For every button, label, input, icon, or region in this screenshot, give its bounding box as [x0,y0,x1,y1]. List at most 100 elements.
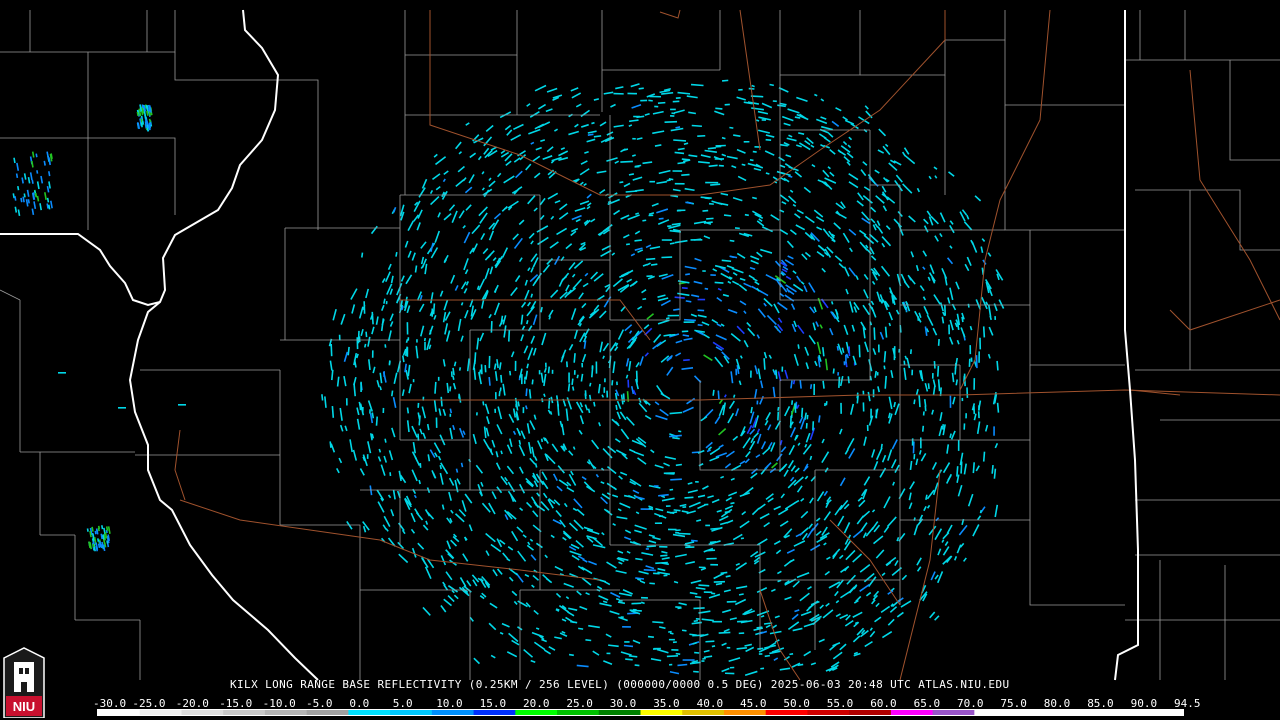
reflectivity-echo [872,389,875,398]
niu-logo: NIU [3,647,45,718]
color-scale-swatch [1057,710,1101,715]
color-scale-swatch [348,710,391,715]
reflectivity-echo [862,402,865,412]
reflectivity-echo [978,351,980,363]
reflectivity-echo [653,647,661,650]
reflectivity-echo [633,115,640,118]
reflectivity-echo [449,413,452,417]
reflectivity-echo [476,412,478,416]
reflectivity-echo [435,417,438,428]
reflectivity-echo [878,344,880,353]
reflectivity-echo [654,105,659,108]
color-scale-swatch [390,710,433,715]
reflectivity-echo [866,424,869,432]
reflectivity-echo [645,548,649,550]
radar-site-marker [673,375,691,393]
reflectivity-echo [641,596,648,599]
reflectivity-echo [674,182,685,185]
reflectivity-echo [702,270,706,272]
reflectivity-echo [544,362,547,368]
reflectivity-echo [705,181,719,184]
reflectivity-echo [494,408,497,413]
reflectivity-echo [659,545,668,548]
reflectivity-echo [843,361,846,366]
reflectivity-echo [697,298,706,301]
reflectivity-echo [701,660,705,662]
reflectivity-echo [624,641,630,643]
reflectivity-echo [118,407,126,409]
color-scale-labels: -30.0 -25.0 -20.0 -15.0 -10.0 -5.0 0.0 5.0 10.0 1… [93,697,1201,710]
reflectivity-echo [963,423,966,430]
reflectivity-echo [622,625,631,628]
reflectivity-echo [667,314,680,317]
color-scale-swatch [431,710,475,715]
reflectivity-echo [424,341,426,351]
reflectivity-echo [661,239,672,241]
color-scale-swatch [473,710,516,715]
reflectivity-echo [729,666,735,669]
reflectivity-echo [573,370,576,375]
logo-tower-window [25,668,29,674]
reflectivity-echo [640,99,648,102]
reflectivity-echo [627,92,637,95]
color-scale-swatch [557,710,600,715]
reflectivity-echo [417,402,420,408]
reflectivity-echo [668,528,677,531]
reflectivity-echo [581,362,584,368]
reflectivity-echo [648,214,654,217]
color-scale-bar [97,709,1184,716]
reflectivity-echo [514,360,517,372]
reflectivity-echo [382,407,385,414]
color-scale-swatch [139,710,182,715]
reflectivity-echo [948,324,951,335]
color-scale-swatch [723,710,767,715]
reflectivity-echo [970,357,973,362]
reflectivity-echo [683,321,695,323]
reflectivity-echo [750,370,752,378]
reflectivity-echo [845,354,847,364]
color-scale-swatch [1141,710,1183,715]
color-scale-swatch [1099,710,1142,715]
reflectivity-echo [568,372,570,383]
reflectivity-echo [654,522,662,525]
reflectivity-echo [969,345,972,355]
reflectivity-echo [369,409,371,414]
color-scale-swatch [1016,710,1059,715]
reflectivity-echo [973,378,976,390]
reflectivity-echo [178,404,186,406]
reflectivity-echo [682,659,695,661]
reflectivity-echo [718,164,724,167]
reflectivity-echo [704,503,709,506]
color-scale-swatch [264,710,308,715]
reflectivity-echo [695,618,700,620]
reflectivity-echo [58,372,66,374]
reflectivity-echo [911,369,914,376]
reflectivity-echo [670,108,676,111]
reflectivity-echo [705,524,710,527]
reflectivity-echo [738,88,743,91]
color-scale-swatch [890,710,934,715]
reflectivity-echo [450,371,453,377]
reflectivity-echo [837,372,840,376]
reflectivity-echo [649,180,656,183]
reflectivity-echo [957,439,960,451]
reflectivity-echo [606,390,609,398]
reflectivity-echo [672,170,683,172]
reflectivity-echo [632,137,636,140]
color-scale-swatch [849,710,892,715]
reflectivity-echo [706,557,717,560]
reflectivity-echo [848,346,851,357]
reflectivity-echo [521,374,523,385]
color-scale-swatch [223,710,266,715]
reflectivity-echo [893,356,896,361]
map-background [0,0,1280,720]
reflectivity-echo [653,485,659,487]
reflectivity-echo [743,140,750,143]
reflectivity-echo [551,369,554,374]
color-scale-swatch [98,710,141,715]
reflectivity-echo [429,330,432,335]
reflectivity-echo [726,646,731,649]
reflectivity-echo [416,339,418,343]
reflectivity-echo [682,506,687,509]
logo-tower-door [21,682,27,692]
